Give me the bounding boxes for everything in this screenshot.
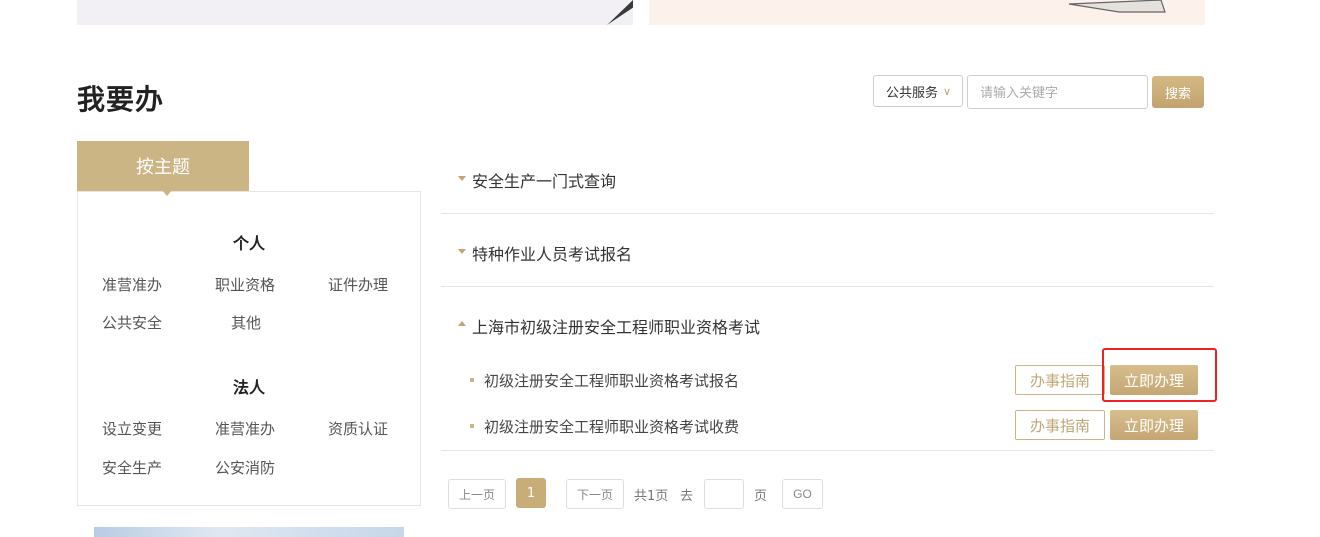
chevron-down-icon: ∨: [943, 84, 952, 98]
category-title[interactable]: 安全生产一门式查询: [472, 168, 616, 192]
search-button[interactable]: 搜索: [1152, 76, 1204, 108]
group-title-legal-entity: 法人: [232, 378, 265, 397]
collapsed-arrow-icon: [458, 176, 466, 181]
topic-link[interactable]: 公共安全: [102, 312, 162, 333]
topic-link[interactable]: 设立变更: [102, 418, 162, 439]
service-scope-select[interactable]: 公共服务 ∨: [873, 75, 963, 107]
collapsed-arrow-icon: [458, 249, 466, 254]
service-item-name[interactable]: 初级注册安全工程师职业资格考试报名: [484, 370, 739, 391]
tab-pointer-arrow: [161, 189, 173, 196]
goto-label: 去: [680, 489, 694, 504]
service-item-name[interactable]: 初级注册安全工程师职业资格考试收费: [484, 416, 739, 437]
topic-link[interactable]: 准营准办: [215, 418, 275, 439]
topic-link[interactable]: 准营准办: [102, 274, 162, 295]
topic-link[interactable]: 公安消防: [215, 457, 275, 478]
list-divider: [441, 450, 1214, 451]
page-number-input[interactable]: [704, 479, 744, 509]
expanded-arrow-icon: [458, 321, 466, 326]
page-unit-label: 页: [754, 489, 768, 504]
current-page-indicator[interactable]: 1: [516, 478, 546, 508]
category-title[interactable]: 特种作业人员考试报名: [472, 241, 632, 265]
page-title: 我要办: [77, 83, 165, 116]
promo-image[interactable]: [94, 527, 404, 537]
apply-now-button[interactable]: 立即办理: [1110, 410, 1198, 440]
banner-illustration-right: [1068, 0, 1166, 13]
search-input[interactable]: [967, 75, 1148, 109]
topic-link[interactable]: 其他: [231, 312, 261, 333]
total-pages-text: 共1页: [634, 489, 669, 504]
category-divider: [441, 213, 1214, 214]
banner-image-left[interactable]: [77, 0, 633, 25]
highlight-box: [1102, 348, 1217, 402]
tab-by-topic[interactable]: 按主题: [77, 141, 249, 191]
topic-link[interactable]: 资质认证: [328, 418, 388, 439]
prev-page-button[interactable]: 上一页: [448, 479, 506, 509]
banner-image-right[interactable]: [649, 0, 1205, 25]
topic-link[interactable]: 证件办理: [328, 274, 388, 295]
list-bullet: [470, 424, 474, 428]
go-button[interactable]: GO: [782, 479, 823, 509]
scope-select-value: 公共服务: [886, 85, 939, 101]
banner-illustration-left: [607, 0, 633, 25]
category-title[interactable]: 上海市初级注册安全工程师职业资格考试: [472, 314, 760, 338]
topic-link[interactable]: 安全生产: [102, 457, 162, 478]
list-bullet: [470, 378, 474, 382]
topic-link[interactable]: 职业资格: [215, 274, 275, 295]
guide-button[interactable]: 办事指南: [1015, 410, 1105, 440]
category-divider: [441, 286, 1214, 287]
group-title-personal: 个人: [232, 234, 265, 253]
next-page-button[interactable]: 下一页: [566, 479, 624, 509]
guide-button[interactable]: 办事指南: [1015, 365, 1105, 395]
